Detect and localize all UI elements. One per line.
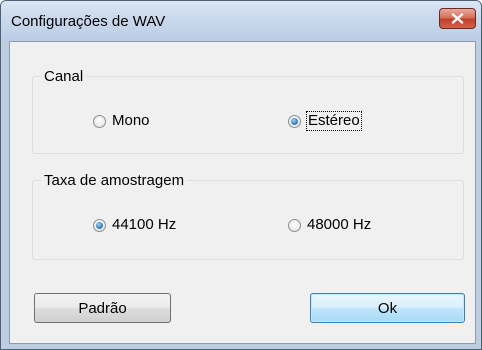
- dialog-window: Configurações de WAV Canal Mono Estéreo …: [0, 0, 482, 350]
- canal-group: Canal Mono Estéreo: [32, 68, 464, 154]
- radio-48000-label: 48000 Hz: [307, 216, 372, 233]
- radio-44100-circle[interactable]: [93, 218, 106, 232]
- radio-48000-circle[interactable]: [288, 218, 301, 232]
- radio-48000[interactable]: 48000 Hz: [288, 216, 371, 234]
- radio-estereo[interactable]: Estéreo: [288, 111, 362, 131]
- radio-mono[interactable]: Mono: [93, 112, 150, 130]
- radio-selected-dot: [96, 221, 103, 229]
- radio-estereo-circle[interactable]: [288, 114, 301, 128]
- close-button[interactable]: [439, 8, 476, 29]
- radio-mono-label: Mono: [112, 112, 150, 129]
- canal-group-label: Canal: [41, 68, 87, 86]
- close-icon: [451, 13, 464, 24]
- taxa-group-label: Taxa de amostragem: [41, 172, 188, 190]
- default-button[interactable]: Padrão: [34, 293, 171, 323]
- radio-44100[interactable]: 44100 Hz: [93, 216, 176, 234]
- radio-44100-label: 44100 Hz: [112, 216, 177, 233]
- title-bar[interactable]: Configurações de WAV: [1, 1, 481, 41]
- dialog-body: Canal Mono Estéreo Taxa de amostragem 44…: [9, 41, 476, 344]
- window-title: Configurações de WAV: [11, 13, 166, 30]
- radio-selected-dot: [291, 117, 298, 125]
- radio-estereo-label: Estéreo: [306, 111, 362, 131]
- taxa-group: Taxa de amostragem 44100 Hz 48000 Hz: [32, 172, 464, 260]
- radio-mono-circle[interactable]: [93, 114, 106, 128]
- ok-button[interactable]: Ok: [310, 293, 465, 323]
